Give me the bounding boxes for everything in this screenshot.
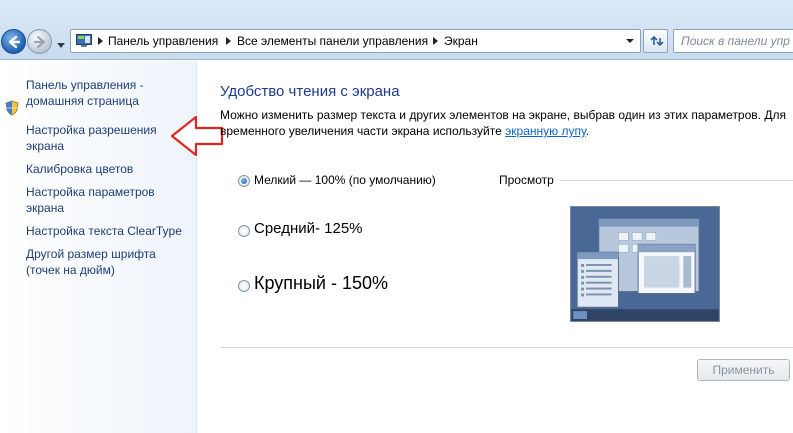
search-input[interactable]: Поиск в панели упр <box>673 29 793 53</box>
breadcrumb-separator <box>433 37 438 45</box>
chevron-down-icon <box>57 43 65 48</box>
back-arrow-icon <box>8 35 21 49</box>
radio-large[interactable] <box>238 280 250 292</box>
breadcrumb-display[interactable]: Экран <box>444 34 478 50</box>
forward-button[interactable] <box>27 29 52 54</box>
preview-image <box>570 206 720 322</box>
content-divider <box>220 347 793 348</box>
preview-divider <box>561 180 793 181</box>
forward-arrow-icon <box>33 35 46 49</box>
refresh-icon <box>650 35 664 47</box>
shield-icon <box>5 100 19 116</box>
recent-pages-button[interactable] <box>55 36 67 48</box>
description-end: . <box>585 124 590 138</box>
size-option-medium-label: Средний- 125% <box>254 220 363 237</box>
red-arrow-annotation <box>170 115 224 157</box>
address-dropdown-icon[interactable] <box>626 39 634 43</box>
radio-small[interactable] <box>238 175 250 187</box>
size-option-large-label: Крупный - 150% <box>254 273 389 293</box>
address-bar[interactable]: Панель управления Все элементы панели уп… <box>70 29 641 53</box>
apply-button[interactable]: Применить <box>697 359 790 381</box>
breadcrumb-control-panel[interactable]: Панель управления <box>108 34 218 50</box>
page-description: Можно изменить размер текста и других эл… <box>220 107 790 139</box>
preview-label: Просмотр <box>499 173 554 187</box>
navigation-bar: Панель управления Все элементы панели уп… <box>0 0 793 60</box>
breadcrumb-separator <box>98 37 103 45</box>
sidebar-item-cleartype[interactable]: Настройка текста ClearType <box>26 223 191 239</box>
sidebar-item-adjust-resolution[interactable]: Настройка разрешения экрана <box>26 122 176 154</box>
back-button[interactable] <box>1 29 26 54</box>
sidebar-item-display-settings[interactable]: Настройка параметров экрана <box>26 184 176 216</box>
sidebar-item-custom-dpi[interactable]: Другой размер шрифта (точек на дюйм) <box>26 246 176 278</box>
sidebar-item-control-panel-home[interactable]: Панель управления - домашняя страница <box>26 77 186 109</box>
refresh-button[interactable] <box>643 29 668 53</box>
sidebar-item-calibrate-color[interactable]: Калибровка цветов <box>26 161 186 177</box>
control-panel-icon <box>76 34 92 47</box>
page-title: Удобство чтения с экрана <box>220 83 400 100</box>
magnifier-link[interactable]: экранную лупу <box>505 124 586 138</box>
breadcrumb-separator <box>226 37 231 45</box>
description-text: Можно изменить размер текста и других эл… <box>220 108 786 138</box>
breadcrumb-all-items[interactable]: Все элементы панели управления <box>237 34 428 50</box>
radio-medium[interactable] <box>238 225 250 237</box>
size-option-small-label: Мелкий — 100% (по умолчанию) <box>254 173 436 187</box>
